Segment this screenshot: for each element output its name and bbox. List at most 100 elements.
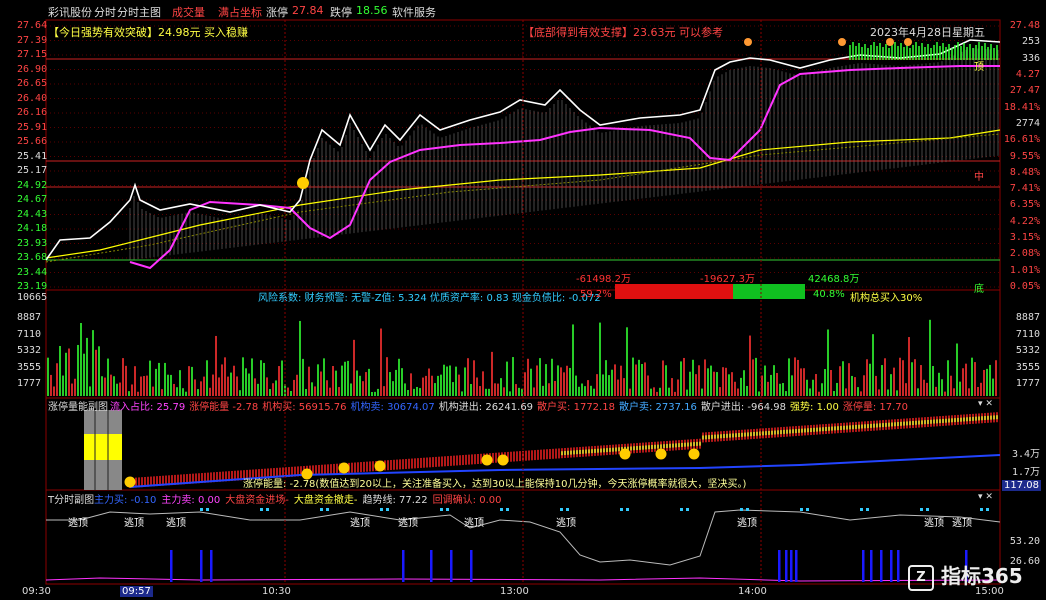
- volume-top-value: 10665: [17, 292, 48, 303]
- energy-panel-title[interactable]: 涨停量能副图: [48, 398, 108, 413]
- volume-tick: 7110: [1015, 328, 1040, 340]
- fund-flow-bars: [615, 284, 805, 299]
- energy-menu-icon[interactable]: ▾ ✕: [978, 399, 993, 409]
- percent-tick: 3.15%: [1009, 232, 1040, 244]
- energy-field: 机构买: 56915.76: [262, 402, 347, 413]
- price-tick: 23.68: [17, 252, 48, 263]
- time-0930: 09:30: [22, 586, 51, 597]
- energy-axis-1: 3.4万: [1011, 449, 1040, 460]
- price-tick: 26.40: [17, 92, 48, 104]
- bottom-marker: 底: [974, 284, 984, 295]
- t-field: 主力卖: 0.00: [161, 495, 221, 506]
- fund-outflow-1: -61498.2万: [576, 274, 631, 285]
- percent-tick: 253: [1021, 36, 1040, 48]
- fund-outflow-2: -19627.3万: [700, 274, 755, 285]
- t-field: 大盘资金进场-: [225, 495, 289, 506]
- price-tick: 24.18: [17, 223, 48, 234]
- volume-tick: 5332: [1015, 345, 1040, 356]
- time-1300: 13:00: [500, 586, 529, 597]
- percent-tick: 7.41%: [1009, 183, 1040, 195]
- watermark-text: 指标365: [940, 564, 1023, 588]
- percent-tick: 2.08%: [1009, 248, 1040, 260]
- energy-field: 散户卖: 2737.16: [618, 402, 697, 413]
- energy-note: 涨停能量: -2.78(数值达到20以上，关注准备买入，达到30以上能保持10几…: [243, 479, 747, 490]
- percent-tick: 27.47: [1009, 85, 1040, 97]
- escape-top-label: 逃顶: [166, 518, 186, 529]
- percent-tick: 27.48: [1009, 20, 1040, 31]
- t-panel-fields: 主力买: -0.10 主力卖: 0.00 大盘资金进场- 大盘资金撤走- 趋势线: 77…: [94, 491, 506, 506]
- percent-tick: 16.61%: [1003, 134, 1040, 146]
- energy-field: 机构卖: 30674.07: [350, 402, 435, 413]
- price-tick: 27.39: [17, 34, 48, 46]
- risk-line: 风险系数: 财务预警: 无警-Z值: 5.324 优质资产率: 0.83 现金负…: [258, 293, 601, 304]
- time-1030: 10:30: [262, 586, 291, 597]
- energy-field: 强势: 1.00: [790, 402, 839, 413]
- t-axis-1: 53.20: [1009, 536, 1040, 547]
- escape-top-label: 逃顶: [924, 518, 944, 529]
- volume-bars: [47, 319, 997, 396]
- percent-tick: 18.41%: [1003, 101, 1040, 113]
- energy-field: 流入占比: 25.79: [110, 402, 186, 413]
- price-tick: 25.91: [17, 121, 48, 133]
- percent-tick: 9.55%: [1009, 150, 1040, 162]
- percent-tick: 4.27: [1015, 68, 1040, 80]
- escape-top-label: 逃顶: [464, 518, 484, 529]
- t-field: 趋势线: 77.22: [362, 495, 428, 506]
- volume-tick: 3555: [1015, 361, 1040, 373]
- energy-axis-2: 1.7万: [1011, 467, 1040, 478]
- volume-tick: 3555: [17, 361, 42, 373]
- volume-tick: 8887: [1015, 312, 1040, 323]
- energy-field: 机构进出: 26241.69: [438, 402, 534, 413]
- price-tick: 27.15: [17, 49, 48, 60]
- price-tick: 24.67: [17, 194, 48, 205]
- escape-top-label: 逃顶: [350, 518, 370, 529]
- support-banner: 【底部得到有效支撑】23.63元 可以参考: [523, 26, 723, 39]
- volume-tick: 1777: [1015, 378, 1040, 389]
- volume-tick: 7110: [17, 328, 42, 340]
- vertical-hatch: [129, 48, 999, 260]
- t-panel-menu-icon[interactable]: ▾ ✕: [978, 492, 993, 502]
- escape-top-label: 逃顶: [124, 518, 144, 529]
- energy-field: 涨停量: 17.70: [842, 402, 909, 413]
- energy-field: 涨停能量 -2.78: [189, 402, 259, 413]
- volume-tick: 1777: [17, 378, 42, 389]
- percent-tick: 8.48%: [1009, 166, 1040, 178]
- price-tick: 26.90: [17, 63, 48, 75]
- t-field: 主力买: -0.10: [94, 495, 157, 506]
- escape-top-label: 逃顶: [952, 518, 972, 529]
- price-tick: 24.92: [17, 179, 48, 191]
- escape-top-label: 逃顶: [398, 518, 418, 529]
- institution-buy: 机构总买入30%: [850, 293, 923, 304]
- mid-marker: 中: [974, 172, 984, 183]
- energy-field: 散户买: 1772.18: [537, 402, 615, 413]
- percent-tick: 2774: [1015, 117, 1040, 129]
- energy-fields: 流入占比: 25.79 涨停能量 -2.78 机构买: 56915.76 机构卖: 3…: [110, 398, 912, 413]
- price-tick: 23.19: [17, 281, 48, 292]
- volume-tick: 5332: [17, 345, 42, 356]
- percent-tick: 6.35%: [1009, 199, 1040, 211]
- escape-top-label: 逃顶: [737, 518, 757, 529]
- escape-top-label: 逃顶: [556, 518, 576, 529]
- price-tick: 24.43: [17, 208, 48, 220]
- risk-percent: 59.2%: [580, 289, 612, 300]
- price-tick: 26.16: [17, 107, 48, 118]
- price-tick: 26.65: [17, 78, 48, 89]
- time-cursor[interactable]: 09:57: [120, 586, 153, 597]
- price-tick: 23.44: [17, 266, 48, 278]
- breakout-banner: 【今日强势有效突破】24.98元 买入稳赚: [48, 26, 248, 39]
- fund-inflow: 42468.8万: [808, 274, 860, 285]
- price-tick: 25.66: [17, 136, 48, 147]
- price-tick: 25.41: [17, 150, 48, 162]
- watermark: Z 指标365: [908, 560, 1023, 591]
- date-label: 2023年4月28日星期五: [870, 26, 985, 39]
- t-field: 大盘资金撤走-: [293, 495, 358, 506]
- percent-tick: 1.01%: [1009, 264, 1040, 276]
- price-tick: 25.17: [17, 165, 48, 176]
- buy-percent: 40.8%: [813, 289, 845, 300]
- volume-tick: 8887: [17, 312, 42, 323]
- t-panel-title[interactable]: T分时副图: [48, 491, 94, 506]
- percent-tick: 0.05%: [1009, 281, 1040, 292]
- energy-field: 散户进出: -964.98: [700, 402, 787, 413]
- percent-tick: 4.22%: [1009, 215, 1040, 227]
- time-1400: 14:00: [738, 586, 767, 597]
